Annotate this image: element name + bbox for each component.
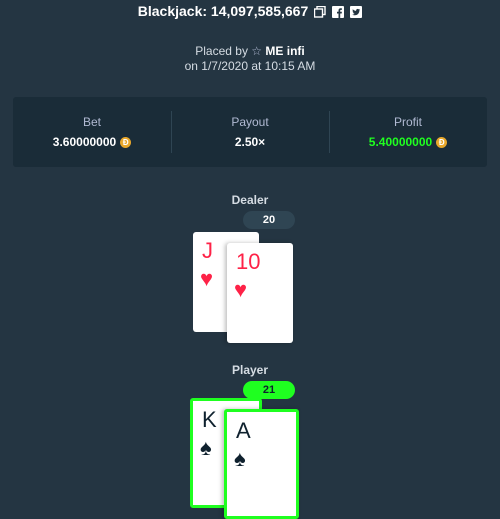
player-card: A ♠ [224,409,299,519]
profit-label: Profit [393,115,422,129]
placed-by-prefix: Placed by [195,44,248,58]
heart-icon: ♥ [200,266,214,291]
card-rank: 10 [236,249,261,274]
player-label: Player [231,363,269,377]
card-rank: A [236,418,251,443]
card-rank: J [202,238,213,263]
spade-icon: ♠ [200,435,212,460]
bet-title: Blackjack: 14,097,585,667 [137,3,309,19]
heart-icon: ♥ [234,277,248,302]
card-rank: K [202,407,217,432]
payout-label: Payout [231,115,269,129]
copy-icon[interactable] [314,5,326,18]
star-icon: ☆ [251,44,263,58]
spade-icon: ♠ [234,446,246,471]
bet-value-row: 3.60000000 Đ [52,135,132,149]
bet-label: Bet [82,115,101,129]
dogecoin-icon: Đ [436,136,448,148]
dealer-label: Dealer [231,193,269,207]
facebook-icon[interactable] [332,5,345,18]
bet-title-row: Blackjack: 14,097,585,667 [0,3,500,19]
player-score-badge: 21 [243,381,295,399]
profit-stat: Profit 5.40000000 Đ [329,97,487,167]
payout-stat: Payout 2.50× [171,97,329,167]
profit-value: 5.40000000 [368,135,433,149]
payout-value: 2.50× [234,135,266,149]
dealer-score-badge: 20 [243,211,295,229]
twitter-icon[interactable] [350,5,363,18]
bet-stat: Bet 3.60000000 Đ [13,97,171,167]
dealer-card: 10 ♥ [227,243,293,343]
placed-date: on 1/7/2020 at 10:15 AM [184,59,316,73]
bet-value: 3.60000000 [52,135,117,149]
placed-by-info: Placed by ☆ ME infi on 1/7/2020 at 10:15… [0,44,500,74]
dogecoin-icon: Đ [120,136,132,148]
bet-stats-panel: Bet 3.60000000 Đ Payout 2.50× Profit 5.4… [13,97,487,167]
player-username[interactable]: ME infi [265,44,304,58]
profit-value-row: 5.40000000 Đ [368,135,448,149]
